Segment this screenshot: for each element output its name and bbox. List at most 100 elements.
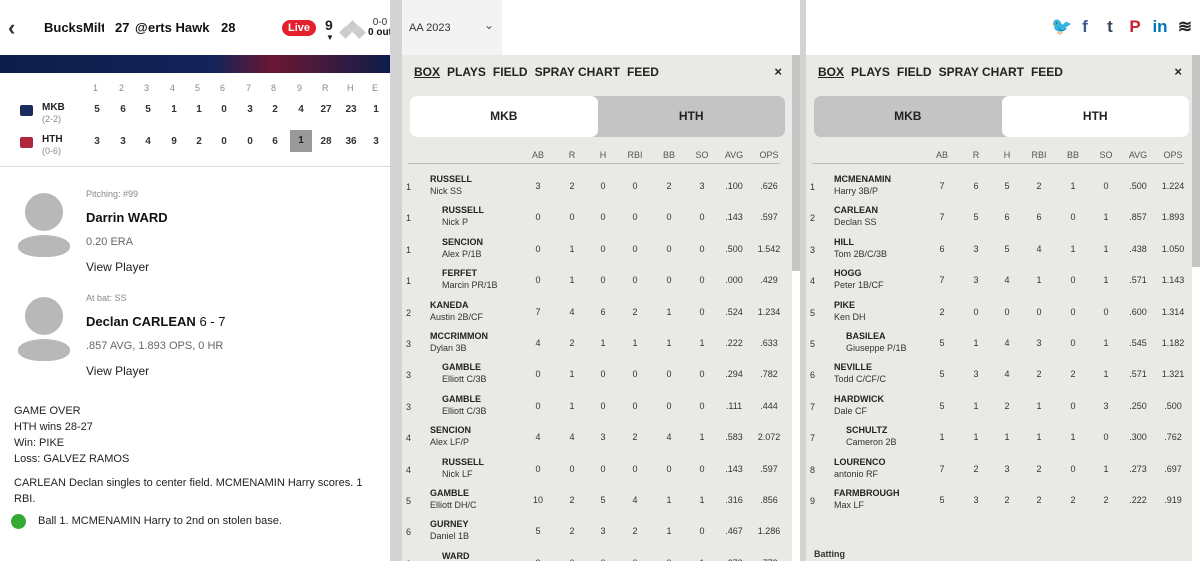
stat-cell-bb: 2 (666, 181, 672, 191)
player-first-position: antonio RF (834, 468, 879, 479)
game-feed: GAME OVER HTH wins 28-27 Win: PIKE Loss:… (14, 403, 366, 507)
stat-cell-avg: .100 (725, 181, 743, 191)
linkedin-icon[interactable]: in (1151, 17, 1169, 37)
scrollbar[interactable] (792, 55, 800, 271)
linescore-cell: 5 (94, 104, 100, 115)
tab-spray-chart[interactable]: SPRAY CHART (535, 65, 620, 79)
batter-row[interactable]: 2 CARLEAN Declan SS 7 5 6 6 0 1 .857 1.893 (806, 201, 1189, 232)
player-last-name: GAMBLE (442, 362, 481, 373)
tab-box[interactable]: BOX (414, 65, 440, 79)
tab-box[interactable]: BOX (818, 65, 844, 79)
stat-cell-so: 0 (699, 275, 705, 286)
stat-cell-r: 6 (973, 181, 979, 191)
live-badge[interactable]: Live (282, 20, 317, 36)
batter-row[interactable]: 7 SCHULTZ Cameron 2B 1 1 1 1 1 0 .300 .762 (806, 421, 1189, 452)
batter-row[interactable]: 4 HOGG Peter 1B/CF 7 3 4 1 0 1 .571 1.143 (806, 264, 1189, 295)
stat-cell-ab: 0 (535, 243, 541, 254)
stat-cell-ops: .444 (760, 400, 778, 411)
team-toggle-mkb[interactable]: MKB (410, 96, 598, 137)
stat-cell-ops: .633 (760, 338, 778, 348)
linescore-header: 4 (170, 83, 176, 93)
batter-row[interactable]: 3 HILL Tom 2B/C/3B 6 3 5 4 1 1 .438 1.050 (806, 233, 1189, 264)
batter-row[interactable]: 6WARD200001.273.773 (402, 547, 785, 561)
player-first-position: Max LF (834, 500, 865, 510)
column-header-r: R (972, 150, 980, 160)
league-selector[interactable]: AA 2023 ⌄ (402, 0, 502, 55)
batter-view-player-link[interactable]: View Player (86, 364, 149, 378)
player-last-name: SENCION (442, 236, 484, 247)
pinterest-icon[interactable]: P (1126, 17, 1144, 37)
chevron-down-icon: ⌄ (483, 18, 494, 32)
batter-row[interactable]: 1 FERFET Marcin PR/1B 0 1 0 0 0 0 .000 .429 (402, 264, 785, 295)
inning-bottom-arrow-icon: ▼ (326, 33, 334, 42)
batter-row[interactable]: 5 PIKE Ken DH 2 0 0 0 0 0 .600 1.314 (806, 296, 1189, 327)
stat-cell-ab: 4 (535, 338, 541, 348)
tab-field[interactable]: FIELD (493, 65, 528, 79)
batter-row[interactable]: 4 RUSSELL Nick LF 0 0 0 0 0 0 .143 .597 (402, 453, 785, 484)
team-toggle-hth[interactable]: HTH (1001, 96, 1189, 137)
buffer-icon[interactable]: ≋ (1176, 17, 1194, 37)
batter-avatar (18, 297, 70, 363)
batter-row[interactable]: 7 HARDWICK Dale CF 5 1 2 1 0 3 .250 .500 (806, 390, 1189, 421)
close-icon[interactable]: × (1174, 64, 1182, 79)
player-first-position: Todd C/CF/C (834, 374, 887, 385)
facebook-icon[interactable]: f (1076, 17, 1094, 37)
batter-row[interactable]: 5 BASILEA Giuseppe P/1B 5 1 4 3 0 1 .545 1.182 (806, 327, 1189, 358)
stat-cell-ops: .919 (1164, 495, 1182, 505)
tab-spray-chart[interactable]: SPRAY CHART (939, 65, 1024, 79)
tab-field[interactable]: FIELD (897, 65, 932, 79)
stat-cell-r: 2 (569, 526, 575, 537)
scrollbar[interactable] (1192, 55, 1200, 267)
player-first-position: Declan SS (834, 217, 877, 228)
tumblr-icon[interactable]: t (1101, 17, 1119, 37)
batter-row[interactable]: 1 RUSSELL Nick SS 3 2 0 0 2 3 .100 .626 (402, 170, 785, 201)
stat-cell-ops: 1.321 (1161, 369, 1185, 380)
tab-feed[interactable]: FEED (627, 65, 659, 79)
linescore-cell: 4 (298, 104, 304, 115)
stat-cell-rbi: 0 (632, 463, 638, 474)
batter-row[interactable]: 3 GAMBLE Elliott C/3B 0 1 0 0 0 0 .294 .782 (402, 358, 785, 389)
stat-cell-ab: 6 (939, 243, 945, 254)
twitter-icon[interactable]: 🐦 (1051, 17, 1072, 37)
batter-row[interactable]: 5 GAMBLE Elliott DH/C 10 2 5 4 1 1 .316 .856 (402, 484, 785, 515)
column-header-ab: AB (531, 150, 544, 160)
batter-row[interactable]: 9 FARMBROUGH Max LF 5 3 2 2 2 2 .222 .919 (806, 484, 1189, 515)
tab-plays[interactable]: PLAYS (851, 65, 890, 79)
close-icon[interactable]: × (774, 64, 782, 79)
tab-feed[interactable]: FEED (1031, 65, 1063, 79)
stat-cell-h: 2 (1004, 495, 1010, 505)
back-button[interactable]: ‹ (8, 15, 15, 41)
column-header-so: SO (1099, 150, 1113, 160)
stat-cell-r: 1 (569, 275, 575, 286)
batter-row[interactable]: 1 RUSSELL Nick P 0 0 0 0 0 0 .143 .597 (402, 201, 785, 232)
linescore-table: 1 2 3 4 5 6 7 8 9 R H E MKB (2-2) 5 6 5 1 1 0 3 2 4 27 23 1 HTH (0-… (0, 73, 390, 166)
stat-cell-bb: 1 (666, 526, 672, 537)
batter-row[interactable]: 3 GAMBLE Elliott C/3B 0 1 0 0 0 0 .111 .444 (402, 390, 785, 421)
team-toggle-hth[interactable]: HTH (598, 96, 786, 137)
batter-row[interactable]: 1 SENCION Alex P/1B 0 1 0 0 0 0 .500 1.542 (402, 233, 785, 264)
player-last-name: HILL (834, 236, 854, 247)
stat-cell-ops: 1.234 (757, 306, 781, 317)
stat-cell-rbi: 0 (632, 400, 638, 411)
linescore-header: 5 (195, 83, 201, 93)
batter-row[interactable]: 8 LOURENCO antonio RF 7 2 3 2 0 1 .273 .697 (806, 453, 1189, 484)
batter-row[interactable]: 3 MCCRIMMON Dylan 3B 4 2 1 1 1 1 .222 .633 (402, 327, 785, 358)
player-last-name: CARLEAN (834, 205, 878, 216)
stat-cell-so: 0 (699, 400, 705, 411)
feed-line: GAME OVER (14, 405, 81, 417)
team-toggle-mkb[interactable]: MKB (814, 96, 1002, 137)
player-first-position: Austin 2B/CF (430, 311, 484, 322)
batter-row[interactable]: 6 GURNEY Daniel 1B 5 2 3 2 1 0 .467 1.286 (402, 515, 785, 546)
last-play-text: Ball 1. MCMENAMIN Harry to 2nd on stolen… (38, 515, 282, 527)
pitcher-view-player-link[interactable]: View Player (86, 260, 149, 274)
column-header-r: R (568, 150, 576, 160)
batter-row[interactable]: 2 KANEDA Austin 2B/CF 7 4 6 2 1 0 .524 1.234 (402, 296, 785, 327)
tab-plays[interactable]: PLAYS (447, 65, 486, 79)
batter-row[interactable]: 4 SENCION Alex LF/P 4 4 3 2 4 1 .583 2.072 (402, 421, 785, 452)
stat-cell-rbi: 2 (632, 526, 638, 537)
batter-row[interactable]: 6 NEVILLE Todd C/CF/C 5 3 4 2 2 1 .571 1.321 (806, 358, 1189, 389)
batter-row[interactable]: 1 MCMENAMIN Harry 3B/P 7 6 5 2 1 0 .500 1.224 (806, 170, 1189, 201)
stat-cell-avg: .111 (725, 400, 743, 411)
stat-cell-bb: 1 (666, 306, 672, 317)
batting-order: 6 (810, 370, 816, 381)
